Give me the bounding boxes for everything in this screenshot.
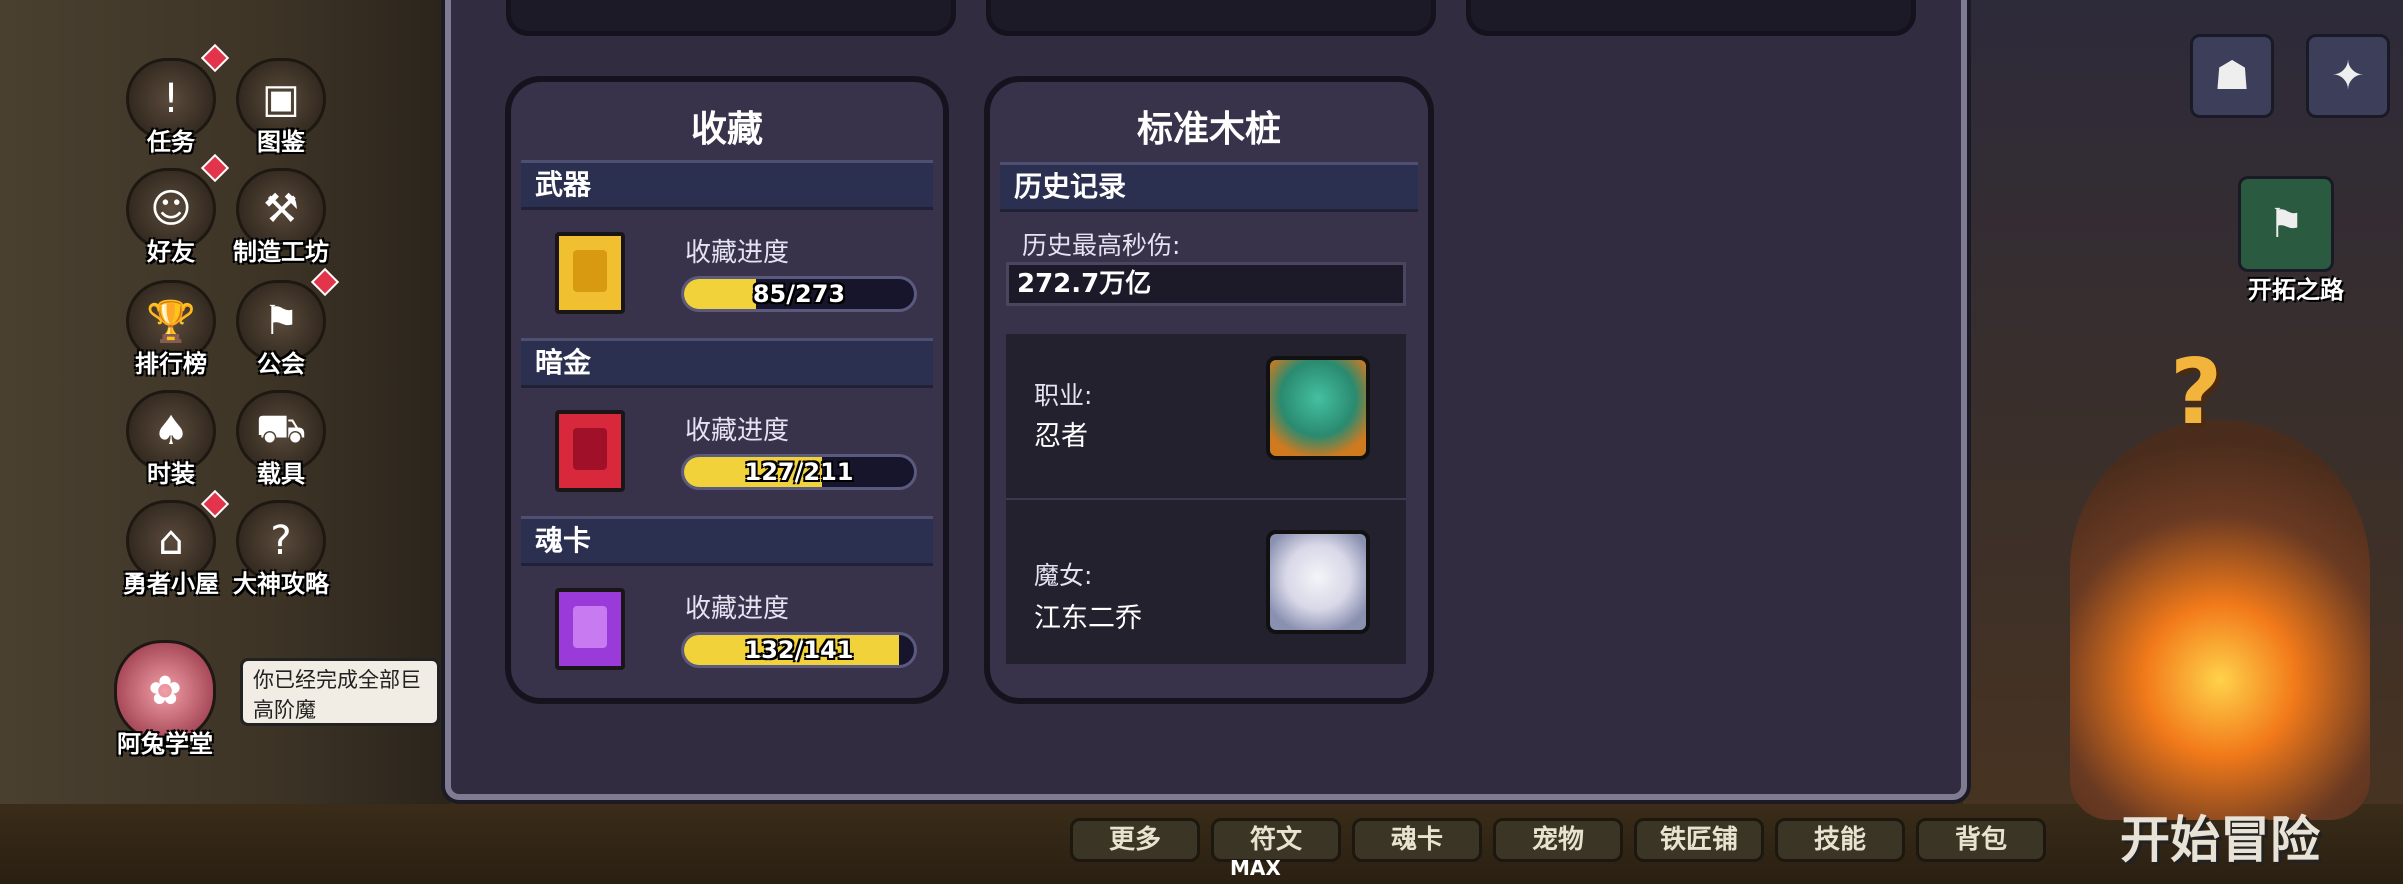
tab-6[interactable]: 背包 [1916,818,2046,862]
mascot-label: 阿兔学堂 [117,730,213,758]
weapon-progress-bar: 85/273 [681,276,917,312]
top-card-1 [506,0,956,36]
section-dark-gold: 暗金 [521,338,933,388]
menu-label: 大神攻略 [233,570,329,598]
divider [1006,498,1406,500]
menu-item-hut[interactable]: ⌂ 勇者小屋 [116,500,226,599]
card-icon [573,606,607,648]
witch-avatar[interactable] [1266,530,1370,634]
explore-road-label[interactable]: 开拓之路 [2248,270,2344,305]
menu-label: 排行榜 [135,350,207,378]
forge-portal[interactable] [2070,420,2370,820]
collection-card: 收藏 武器 收藏进度 85/273 暗金 收藏进度 127/211 魂卡 收藏进… [505,76,949,704]
tip-bubble: 你已经完成全部巨高阶魔 [240,658,440,726]
menu-label: 图鉴 [257,128,305,156]
question-mark-icon[interactable]: ? [2170,340,2240,445]
ring-icon [573,428,607,470]
menu-item-codex[interactable]: ▣ 图鉴 [226,58,336,157]
tab-2[interactable]: 魂卡 [1352,818,1482,862]
profession-value: 忍者 [1034,421,1088,452]
witch-value: 江东二乔 [1034,603,1142,634]
dark-gold-progress-text: 127/211 [744,458,854,486]
menu-label: 制造工坊 [233,238,329,266]
weapon-progress-text: 85/273 [752,280,846,308]
menu-item-trophy[interactable]: 🏆 排行榜 [116,280,226,379]
weapon-book-icon [555,232,625,314]
character-info-box: 职业: 忍者 魔女: 江东二乔 [1006,334,1406,664]
top-card-2 [986,0,1436,36]
menu-item-vehicle[interactable]: ⛟ 载具 [226,390,336,489]
soul-card-book-icon [555,588,625,670]
witch-label: 魔女: [1034,561,1093,590]
menu-item-workshop[interactable]: ⚒ 制造工坊 [226,168,336,267]
menu-item-fashion[interactable]: ♠ 时装 [116,390,226,489]
ninja-figure-icon[interactable]: ✦ [2306,34,2390,118]
menu-label: 公会 [257,350,305,378]
dark-gold-progress-label: 收藏进度 [685,416,790,446]
tab-4[interactable]: 铁匠铺 [1634,818,1764,862]
dark-gold-progress-bar: 127/211 [681,454,917,490]
cat-mask-icon[interactable]: ☗ [2190,34,2274,118]
dark-gold-book-icon [555,410,625,492]
max-dps-value: 272.7万亿 [1006,262,1406,306]
top-card-3 [1466,0,1916,36]
tab-5[interactable]: 技能 [1775,818,1905,862]
menu-item-guild[interactable]: ⚑ 公会 [226,280,336,379]
profession-label: 职业: [1034,381,1093,410]
menu-label: 勇者小屋 [123,570,219,598]
max-label: MAX [1230,856,1281,880]
section-soul-card: 魂卡 [521,516,933,566]
explore-road-icon[interactable]: ⚑ [2238,176,2334,272]
start-adventure-button[interactable]: 开始冒险 [2120,800,2320,872]
collection-title: 收藏 [690,109,763,150]
weapon-progress-label: 收藏进度 [685,238,790,268]
menu-item-friends[interactable]: ☺ 好友 [116,168,226,267]
ninja-avatar[interactable] [1266,356,1370,460]
max-dps-label: 历史最高秒伤: [1022,231,1181,260]
section-weapon: 武器 [521,160,933,210]
dummy-card: 标准木桩 历史记录 历史最高秒伤: 272.7万亿 职业: 忍者 魔女: 江东二… [984,76,1434,704]
soul-card-progress-bar: 132/141 [681,632,917,668]
history-section: 历史记录 [1000,162,1418,212]
menu-item-quest[interactable]: ! 任务 [116,58,226,157]
sword-icon [573,250,607,292]
dummy-title: 标准木桩 [1136,109,1281,150]
mascot-button[interactable]: ✿ 阿兔学堂 [110,640,220,759]
tab-3[interactable]: 宠物 [1493,818,1623,862]
menu-label: 载具 [257,460,305,488]
menu-label: 任务 [147,128,195,156]
menu-label: 时装 [147,460,195,488]
menu-item-guide[interactable]: ? 大神攻略 [226,500,336,599]
menu-label: 好友 [147,238,195,266]
tab-0[interactable]: 更多 [1070,818,1200,862]
soul-card-progress-text: 132/141 [744,636,854,664]
soul-card-progress-label: 收藏进度 [685,594,790,624]
